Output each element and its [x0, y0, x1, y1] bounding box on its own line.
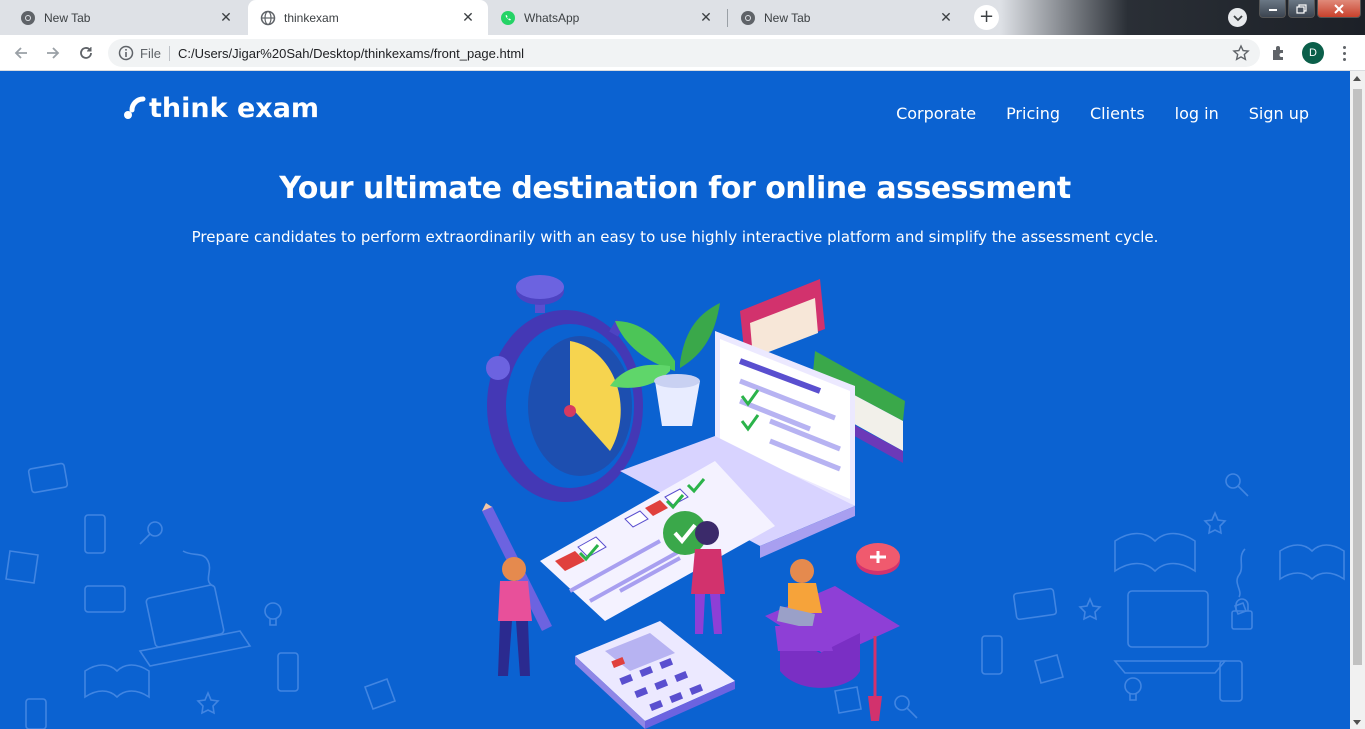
globe-icon	[260, 10, 276, 26]
new-tab-button[interactable]: +	[974, 5, 999, 30]
nav-link-pricing[interactable]: Pricing	[1006, 104, 1060, 123]
restore-icon	[1296, 3, 1307, 14]
top-navigation: Corporate Pricing Clients log in Sign up	[896, 104, 1309, 123]
window-controls	[1259, 0, 1361, 18]
close-tab-icon[interactable]: ✕	[460, 10, 476, 26]
tab-title: thinkexam	[284, 10, 339, 25]
minimize-icon	[1268, 8, 1277, 11]
tab-title: New Tab	[44, 10, 91, 25]
nav-link-clients[interactable]: Clients	[1090, 104, 1145, 123]
tab-new-tab-2[interactable]: New Tab ✕	[728, 0, 966, 35]
arrow-right-icon	[47, 47, 60, 59]
tab-title: New Tab	[764, 10, 811, 25]
back-button[interactable]	[9, 41, 33, 65]
scroll-up-arrow-icon[interactable]	[1353, 76, 1361, 81]
close-icon	[1334, 3, 1344, 14]
chevron-down-icon	[1232, 14, 1243, 21]
chrome-icon	[740, 10, 756, 26]
address-bar[interactable]: File C:/Users/Jigar%20Sah/Desktop/thinke…	[108, 39, 1260, 67]
url-text[interactable]: C:/Users/Jigar%20Sah/Desktop/thinkexams/…	[178, 46, 524, 61]
browser-toolbar: File C:/Users/Jigar%20Sah/Desktop/thinke…	[0, 35, 1365, 71]
person-with-pencil-illustration	[482, 503, 552, 676]
minimize-button[interactable]	[1259, 0, 1286, 18]
graduation-cap-illustration	[765, 586, 900, 721]
red-badge-illustration	[856, 543, 900, 575]
extensions-puzzle-icon[interactable]	[1270, 44, 1288, 62]
nav-link-log-in[interactable]: log in	[1175, 104, 1219, 123]
tab-new-tab-1[interactable]: New Tab ✕	[8, 0, 246, 35]
brand-name: think exam	[149, 93, 320, 124]
profile-avatar[interactable]: D	[1302, 42, 1324, 64]
scroll-down-arrow-icon[interactable]	[1353, 720, 1361, 725]
web-page: think exam Corporate Pricing Clients log…	[0, 71, 1350, 729]
scrollbar-thumb[interactable]	[1353, 89, 1362, 665]
nav-link-sign-up[interactable]: Sign up	[1249, 104, 1309, 123]
whatsapp-icon	[500, 10, 516, 26]
info-icon[interactable]	[118, 45, 134, 61]
hero-headline: Your ultimate destination for online ass…	[279, 171, 1071, 206]
close-window-button[interactable]	[1317, 0, 1361, 18]
nav-link-corporate[interactable]: Corporate	[896, 104, 976, 123]
calculator-illustration	[575, 621, 735, 729]
browser-menu-button[interactable]	[1336, 42, 1352, 64]
reload-icon	[80, 47, 92, 59]
hero-subheadline: Prepare candidates to perform extraordin…	[191, 228, 1159, 246]
restore-button[interactable]	[1288, 0, 1315, 18]
tab-thinkexam[interactable]: thinkexam ✕	[248, 0, 488, 35]
tab-whatsapp[interactable]: WhatsApp ✕	[488, 0, 726, 35]
reload-button[interactable]	[74, 41, 98, 65]
forward-button[interactable]	[41, 41, 65, 65]
bookmark-star-icon[interactable]	[1232, 44, 1250, 62]
page-scrollbar[interactable]	[1350, 71, 1365, 729]
stopwatch-illustration	[486, 275, 643, 502]
scheme-label: File	[140, 45, 170, 61]
chrome-icon	[20, 10, 36, 26]
hero-illustration	[482, 275, 905, 729]
arrow-left-icon	[14, 47, 27, 59]
brand-logo[interactable]: think exam	[123, 93, 319, 124]
close-tab-icon[interactable]: ✕	[938, 10, 954, 26]
tab-search-button[interactable]	[1228, 8, 1247, 27]
browser-tab-strip: New Tab ✕ thinkexam ✕ WhatsApp ✕ New Tab…	[0, 0, 1365, 35]
close-tab-icon[interactable]: ✕	[218, 10, 234, 26]
think-exam-logo-icon	[124, 96, 146, 119]
tab-title: WhatsApp	[524, 10, 580, 25]
close-tab-icon[interactable]: ✕	[698, 10, 714, 26]
